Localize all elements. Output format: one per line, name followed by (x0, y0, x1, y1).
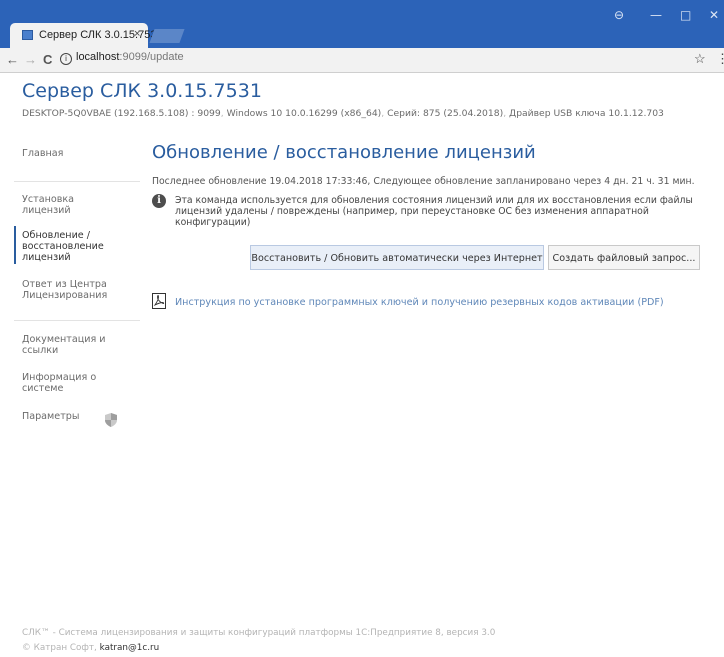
forward-arrow-icon[interactable]: → (24, 52, 37, 67)
serial-info: Серий: 875 (25.04.2018) (387, 108, 504, 119)
window-close-icon[interactable]: ✕ (709, 8, 719, 22)
browser-titlebar: Сервер СЛК 3.0.15.7531 × ⊖ — □ ✕ (0, 0, 724, 48)
create-file-request-button[interactable]: Создать файловый запрос... (548, 245, 700, 270)
browser-menu-icon[interactable]: ⋮ (716, 51, 724, 67)
system-info-line: DESKTOP-5Q0VBAE (192.168.5.108) : 9099, … (22, 108, 664, 119)
sidebar-item-license-center-response[interactable]: Ответ из Центра Лицензирования (22, 279, 134, 301)
driver-info: Драйвер USB ключа 10.1.12.703 (509, 108, 664, 119)
info-icon: i (152, 194, 166, 208)
url-path: :9099/update (119, 51, 184, 63)
app-title: Сервер СЛК 3.0.15.7531 (22, 80, 262, 102)
pdf-icon (152, 293, 166, 309)
os-info: Windows 10 10.0.16299 (x86_64) (226, 108, 382, 119)
site-info-icon[interactable]: i (60, 53, 72, 65)
browser-tab[interactable]: Сервер СЛК 3.0.15.7531 × (10, 23, 163, 48)
support-email-link[interactable]: katran@1c.ru (100, 643, 160, 653)
sidebar-active-indicator (14, 226, 16, 264)
footer-product-info: СЛК™ - Система лицензирования и защиты к… (22, 628, 496, 638)
browser-toolbar: ← → C i localhost:9099/update ☆ ⋮ (0, 48, 724, 73)
reload-icon[interactable]: C (43, 52, 52, 67)
host-info: DESKTOP-5Q0VBAE (192.168.5.108) : 9099 (22, 108, 221, 119)
address-bar[interactable]: i localhost:9099/update (60, 51, 670, 67)
shield-icon (105, 413, 117, 427)
page-title: Обновление / восстановление лицензий (152, 142, 536, 163)
maximize-icon[interactable]: □ (680, 8, 691, 22)
footer-copyright: © Катран Софт, katran@1c.ru (22, 643, 159, 653)
sidebar-divider (14, 320, 140, 321)
new-tab-button[interactable] (149, 29, 185, 43)
account-icon[interactable]: ⊖ (614, 8, 624, 22)
command-description: Эта команда используется для обновления … (175, 195, 693, 228)
sidebar-divider (14, 181, 140, 182)
minimize-icon[interactable]: — (650, 8, 662, 22)
sidebar-item-system-info[interactable]: Информация о системе (22, 372, 134, 394)
sidebar-item-update-licenses[interactable]: Обновление / восстановление лицензий (22, 230, 134, 263)
back-arrow-icon[interactable]: ← (6, 52, 19, 67)
tab-title: Сервер СЛК 3.0.15.7531 (39, 29, 163, 41)
bookmark-star-icon[interactable]: ☆ (694, 51, 706, 67)
sidebar-item-home[interactable]: Главная (22, 148, 134, 159)
sidebar-item-settings[interactable]: Параметры (22, 411, 134, 422)
tab-close-icon[interactable]: × (134, 28, 140, 40)
url-host: localhost (76, 51, 120, 63)
sidebar-item-install-licenses[interactable]: Установка лицензий (22, 194, 134, 216)
pdf-instructions-link[interactable]: Инструкция по установке программных ключ… (175, 297, 664, 308)
favicon-icon (22, 30, 33, 40)
copyright-text: © Катран Софт, (22, 643, 97, 653)
auto-update-button[interactable]: Восстановить / Обновить автоматически че… (250, 245, 544, 270)
last-update-status: Последнее обновление 19.04.2018 17:33:46… (152, 176, 695, 187)
sidebar-item-documentation[interactable]: Документация и ссылки (22, 334, 134, 356)
